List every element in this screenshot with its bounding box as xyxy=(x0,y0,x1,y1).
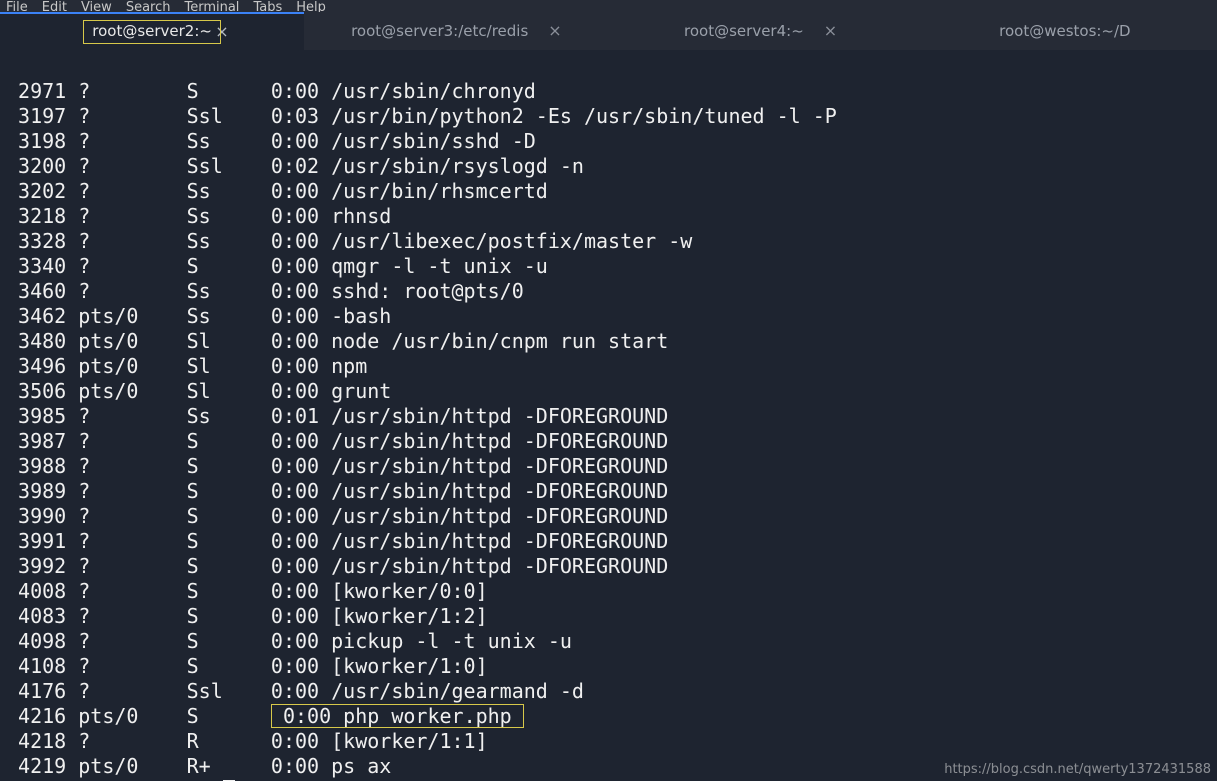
process-row: 3480 pts/0 Sl 0:00 node /usr/bin/cnpm ru… xyxy=(6,329,1217,354)
process-row: 3992 ? S 0:00 /usr/sbin/httpd -DFOREGROU… xyxy=(6,554,1217,579)
process-row: 3340 ? S 0:00 qmgr -l -t unix -u xyxy=(6,254,1217,279)
process-row: 3987 ? S 0:00 /usr/sbin/httpd -DFOREGROU… xyxy=(6,429,1217,454)
tab-label: root@westos:~/D xyxy=(999,22,1130,40)
menubar: File Edit View Search Terminal Tabs Help xyxy=(0,0,1217,12)
process-row: 3202 ? Ss 0:00 /usr/bin/rhsmcertd xyxy=(6,179,1217,204)
menu-file[interactable]: File xyxy=(6,0,28,12)
process-row: 4008 ? S 0:00 [kworker/0:0] xyxy=(6,579,1217,604)
menu-view[interactable]: View xyxy=(81,0,112,12)
terminal-tab-3[interactable]: root@westos:~/D xyxy=(913,12,1217,50)
process-row: 3988 ? S 0:00 /usr/sbin/httpd -DFOREGROU… xyxy=(6,454,1217,479)
menu-help[interactable]: Help xyxy=(296,0,326,12)
process-row: 3200 ? Ssl 0:02 /usr/sbin/rsyslogd -n xyxy=(6,154,1217,179)
process-row: 3990 ? S 0:00 /usr/sbin/httpd -DFOREGROU… xyxy=(6,504,1217,529)
terminal-tab-2[interactable]: root@server4:~ × xyxy=(609,12,913,50)
tab-label: root@server4:~ xyxy=(684,22,804,40)
process-row: 3989 ? S 0:00 /usr/sbin/httpd -DFOREGROU… xyxy=(6,479,1217,504)
process-row: 3328 ? Ss 0:00 /usr/libexec/postfix/mast… xyxy=(6,229,1217,254)
menu-search[interactable]: Search xyxy=(126,0,171,12)
close-icon[interactable]: × xyxy=(215,24,228,40)
terminal-tab-0[interactable]: root@server2:~root@server2:~× xyxy=(0,12,304,50)
process-row: 3198 ? Ss 0:00 /usr/sbin/sshd -D xyxy=(6,129,1217,154)
process-row: 3460 ? Ss 0:00 sshd: root@pts/0 xyxy=(6,279,1217,304)
close-icon[interactable]: × xyxy=(824,23,837,39)
process-row: 3496 pts/0 Sl 0:00 npm xyxy=(6,354,1217,379)
process-row: 4108 ? S 0:00 [kworker/1:0] xyxy=(6,654,1217,679)
process-row: 4083 ? S 0:00 [kworker/1:2] xyxy=(6,604,1217,629)
tab-highlight: root@server2:~ xyxy=(83,20,221,44)
process-row: 4098 ? S 0:00 pickup -l -t unix -u xyxy=(6,629,1217,654)
menu-edit[interactable]: Edit xyxy=(42,0,67,12)
process-row: 3462 pts/0 Ss 0:00 -bash xyxy=(6,304,1217,329)
menu-tabs[interactable]: Tabs xyxy=(253,0,282,12)
process-row: 4176 ? Ssl 0:00 /usr/sbin/gearmand -d xyxy=(6,679,1217,704)
close-icon[interactable]: × xyxy=(548,23,561,39)
process-row: 3985 ? Ss 0:01 /usr/sbin/httpd -DFOREGRO… xyxy=(6,404,1217,429)
process-row: 3991 ? S 0:00 /usr/sbin/httpd -DFOREGROU… xyxy=(6,529,1217,554)
terminal-tab-1[interactable]: root@server3:/etc/redis × xyxy=(304,12,608,50)
watermark-text: https://blog.csdn.net/qwerty1372431588 xyxy=(944,762,1211,777)
tab-label: root@server3:/etc/redis xyxy=(351,22,528,40)
process-row: 3197 ? Ssl 0:03 /usr/bin/python2 -Es /us… xyxy=(6,104,1217,129)
process-row: 2971 ? S 0:00 /usr/sbin/chronyd xyxy=(6,79,1217,104)
process-row: 3218 ? Ss 0:00 rhnsd xyxy=(6,204,1217,229)
highlighted-process: 0:00 php worker.php xyxy=(271,704,524,728)
process-row: 4218 ? R 0:00 [kworker/1:1] xyxy=(6,729,1217,754)
menu-terminal[interactable]: Terminal xyxy=(184,0,239,12)
terminal-output[interactable]: 2971 ? S 0:00 /usr/sbin/chronyd 3197 ? S… xyxy=(0,50,1217,781)
process-row: 4216 pts/0 S 0:00 php worker.php xyxy=(6,704,1217,729)
process-row: 3506 pts/0 Sl 0:00 grunt xyxy=(6,379,1217,404)
tab-bar: root@server2:~root@server2:~×root@server… xyxy=(0,12,1217,50)
